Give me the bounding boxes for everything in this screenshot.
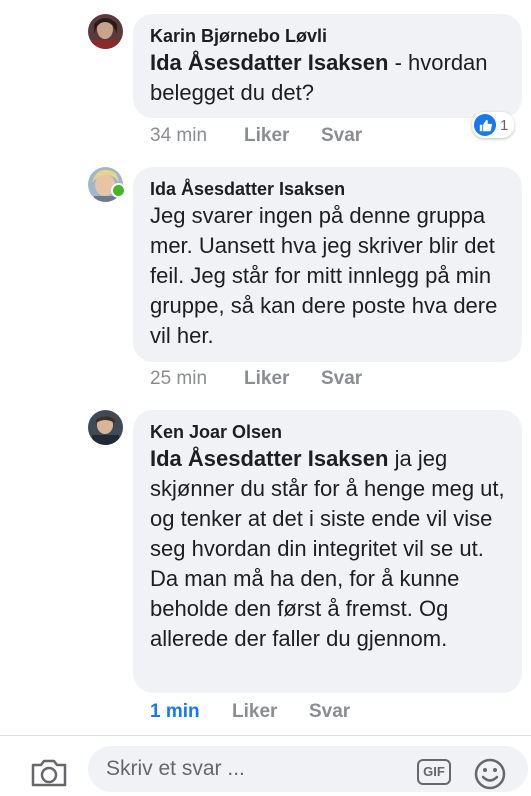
comment-actions: 1 min Liker Svar <box>150 701 350 723</box>
reply-input-placeholder: Skriv et svar ... <box>106 757 245 780</box>
mention-link[interactable]: Ida Åsesdatter Isaksen <box>150 446 388 471</box>
comment-time[interactable]: 25 min <box>150 368 244 390</box>
comment-author[interactable]: Ida Åsesdatter Isaksen <box>150 177 506 201</box>
comment-bubble: Karin Bjørnebo Løvli Ida Åsesdatter Isak… <box>133 14 522 118</box>
comment-actions: 34 min Liker Svar <box>150 125 362 147</box>
comment-text: Ida Åsesdatter Isaksen ja jeg skjønner d… <box>150 444 506 654</box>
avatar[interactable] <box>88 14 123 49</box>
gif-button[interactable]: GIF <box>417 759 451 785</box>
emoji-icon[interactable] <box>473 757 507 796</box>
reply-input[interactable]: Skriv et svar ... GIF <box>88 746 528 792</box>
comment-author[interactable]: Karin Bjørnebo Løvli <box>150 24 506 48</box>
comment-actions: 25 min Liker Svar <box>150 368 362 390</box>
comment-bubble: Ida Åsesdatter Isaksen Jeg svarer ingen … <box>133 167 522 362</box>
comment-time[interactable]: 34 min <box>150 125 244 147</box>
comment-author[interactable]: Ken Joar Olsen <box>150 420 506 444</box>
mention-link[interactable]: Ida Åsesdatter Isaksen <box>150 50 388 75</box>
reaction-summary[interactable]: 1 <box>472 112 515 138</box>
comment-body: Jeg svarer ingen på denne gruppa mer. Ua… <box>150 203 498 348</box>
reply-composer: Skriv et svar ... GIF <box>0 735 531 792</box>
reply-button[interactable]: Svar <box>321 368 362 390</box>
comment-body: ja jeg skjønner du står for å henge meg … <box>150 446 505 651</box>
reply-button[interactable]: Svar <box>321 125 362 147</box>
comment-bubble: Ken Joar Olsen Ida Åsesdatter Isaksen ja… <box>133 410 522 693</box>
like-button[interactable]: Liker <box>232 701 309 723</box>
reply-button[interactable]: Svar <box>309 701 350 723</box>
like-button[interactable]: Liker <box>244 368 321 390</box>
comment-text: Ida Åsesdatter Isaksen - hvordan belegge… <box>150 48 506 108</box>
like-reaction-icon <box>474 114 496 136</box>
reaction-count: 1 <box>500 116 509 134</box>
comment-time[interactable]: 1 min <box>150 701 232 723</box>
like-button[interactable]: Liker <box>244 125 321 147</box>
avatar[interactable] <box>88 167 126 202</box>
online-status-indicator <box>111 183 126 198</box>
avatar[interactable] <box>88 410 123 445</box>
